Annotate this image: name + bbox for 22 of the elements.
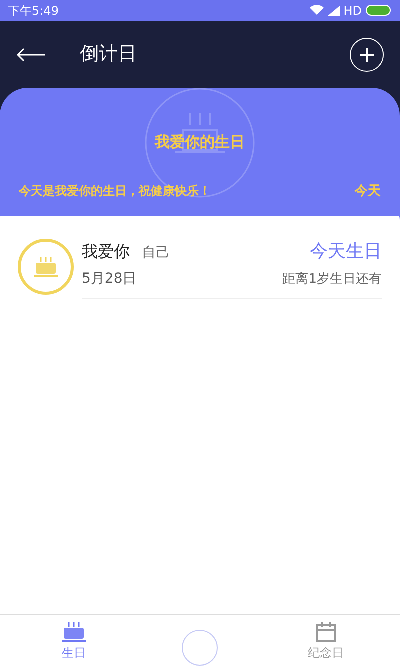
back-icon[interactable]: [16, 48, 46, 62]
event-note: 距离1岁生日还有: [282, 270, 382, 289]
event-date: 5月28日: [82, 270, 137, 289]
banner-title: 我爱你的生日: [154, 132, 246, 153]
banner-day: 今天: [355, 182, 381, 201]
event-relation: 自己: [142, 244, 170, 262]
calendar-icon: [314, 620, 338, 644]
signal-icon: [328, 6, 340, 16]
event-status: 今天生日: [310, 240, 382, 264]
cake-icon: [32, 254, 60, 278]
plus-icon: [359, 46, 375, 62]
add-button[interactable]: [350, 38, 384, 72]
status-time: 下午5:49: [8, 2, 59, 20]
cake-icon: [60, 620, 88, 644]
banner-message: 今天是我爱你的生日，祝健康快乐！: [19, 182, 211, 200]
event-name: 我爱你: [82, 240, 130, 262]
page-title: 倒计日: [80, 42, 137, 68]
battery-icon: [366, 5, 392, 16]
tab[interactable]: 生日: [34, 620, 114, 662]
network-label: HD: [344, 2, 362, 20]
tab[interactable]: 纪念日: [286, 620, 366, 662]
wifi-icon: [310, 5, 324, 16]
